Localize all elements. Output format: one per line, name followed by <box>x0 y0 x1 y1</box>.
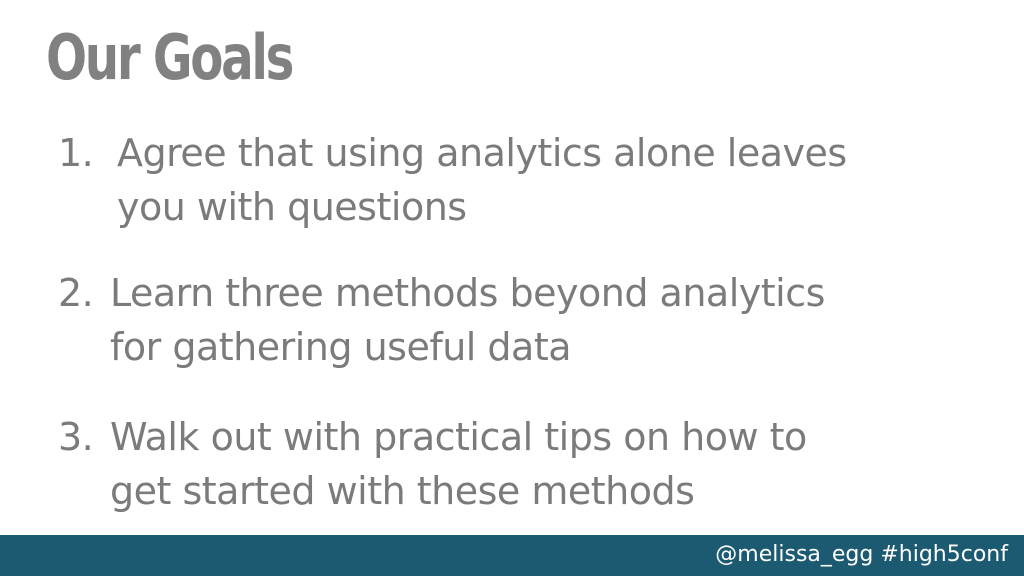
goal-text: Walk out with practical tips on how to g… <box>110 410 807 518</box>
goal-line: Learn three methods beyond analytics <box>110 271 825 315</box>
goal-number: 2. <box>58 271 94 315</box>
goal-line: you with questions <box>117 185 467 229</box>
goal-text: Learn three methods beyond analytics for… <box>110 266 825 374</box>
slide-title: Our Goals <box>46 21 294 94</box>
footer-handle: @melissa_egg #high5conf <box>715 542 1008 567</box>
goal-line: get started with these methods <box>110 469 695 513</box>
slide: Our Goals 1. Agree that using analytics … <box>0 0 1024 576</box>
goal-item: 1. Agree that using analytics alone leav… <box>58 126 988 236</box>
goal-line: Agree that using analytics alone leaves <box>117 131 847 175</box>
goal-number: 3. <box>58 415 94 459</box>
goal-item: 2. Learn three methods beyond analytics … <box>58 266 988 376</box>
goal-line: Walk out with practical tips on how to <box>110 415 807 459</box>
footer-bar: @melissa_egg #high5conf <box>0 535 1024 576</box>
goal-text: Agree that using analytics alone leaves … <box>117 126 847 234</box>
goal-number: 1. <box>58 131 94 175</box>
goal-line: for gathering useful data <box>110 325 572 369</box>
goal-item: 3. Walk out with practical tips on how t… <box>58 410 988 520</box>
